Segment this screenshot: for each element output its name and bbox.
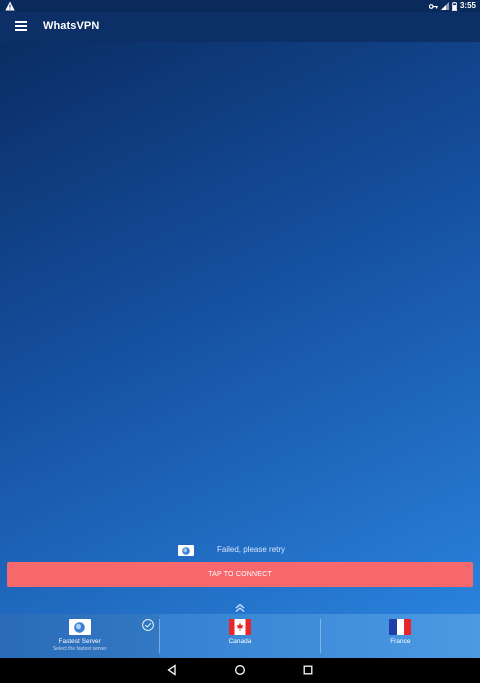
server-item-france[interactable]: France [321,614,480,658]
server-name: Fastest Server [58,638,101,645]
server-item-canada[interactable]: Canada [160,614,319,658]
back-icon[interactable] [166,664,178,676]
connection-status: Failed, please retry [0,544,480,558]
server-name: Canada [228,638,252,645]
globe-icon [178,545,194,556]
app-bar: WhatsVPN [0,12,480,42]
clock-time: 3:55 [459,1,476,10]
navigation-bar [0,658,480,683]
connect-button[interactable]: TAP TO CONNECT [7,562,473,587]
warning-icon [5,1,15,11]
globe-icon [68,619,91,635]
vpn-key-icon [428,3,438,9]
home-icon[interactable] [234,664,246,676]
server-item-fastest[interactable]: Fastest Server Select the fastest server [0,614,160,658]
france-flag-icon [389,619,412,635]
server-subtitle: Select the fastest server [52,646,107,652]
selected-check-icon [142,619,155,631]
server-selector: Fastest Server Select the fastest server… [0,614,480,658]
app-title: WhatsVPN [43,20,100,32]
recents-icon[interactable] [302,664,314,676]
expand-up-icon[interactable] [234,603,246,613]
main-panel: Failed, please retry TAP TO CONNECT [0,42,480,614]
status-message: Failed, please retry [217,545,286,554]
menu-icon[interactable] [15,21,27,33]
server-name: France [390,638,411,645]
status-bar: 3:55 [0,0,480,12]
canada-flag-icon [228,619,251,635]
battery-icon [451,1,457,11]
signal-icon [440,2,449,10]
